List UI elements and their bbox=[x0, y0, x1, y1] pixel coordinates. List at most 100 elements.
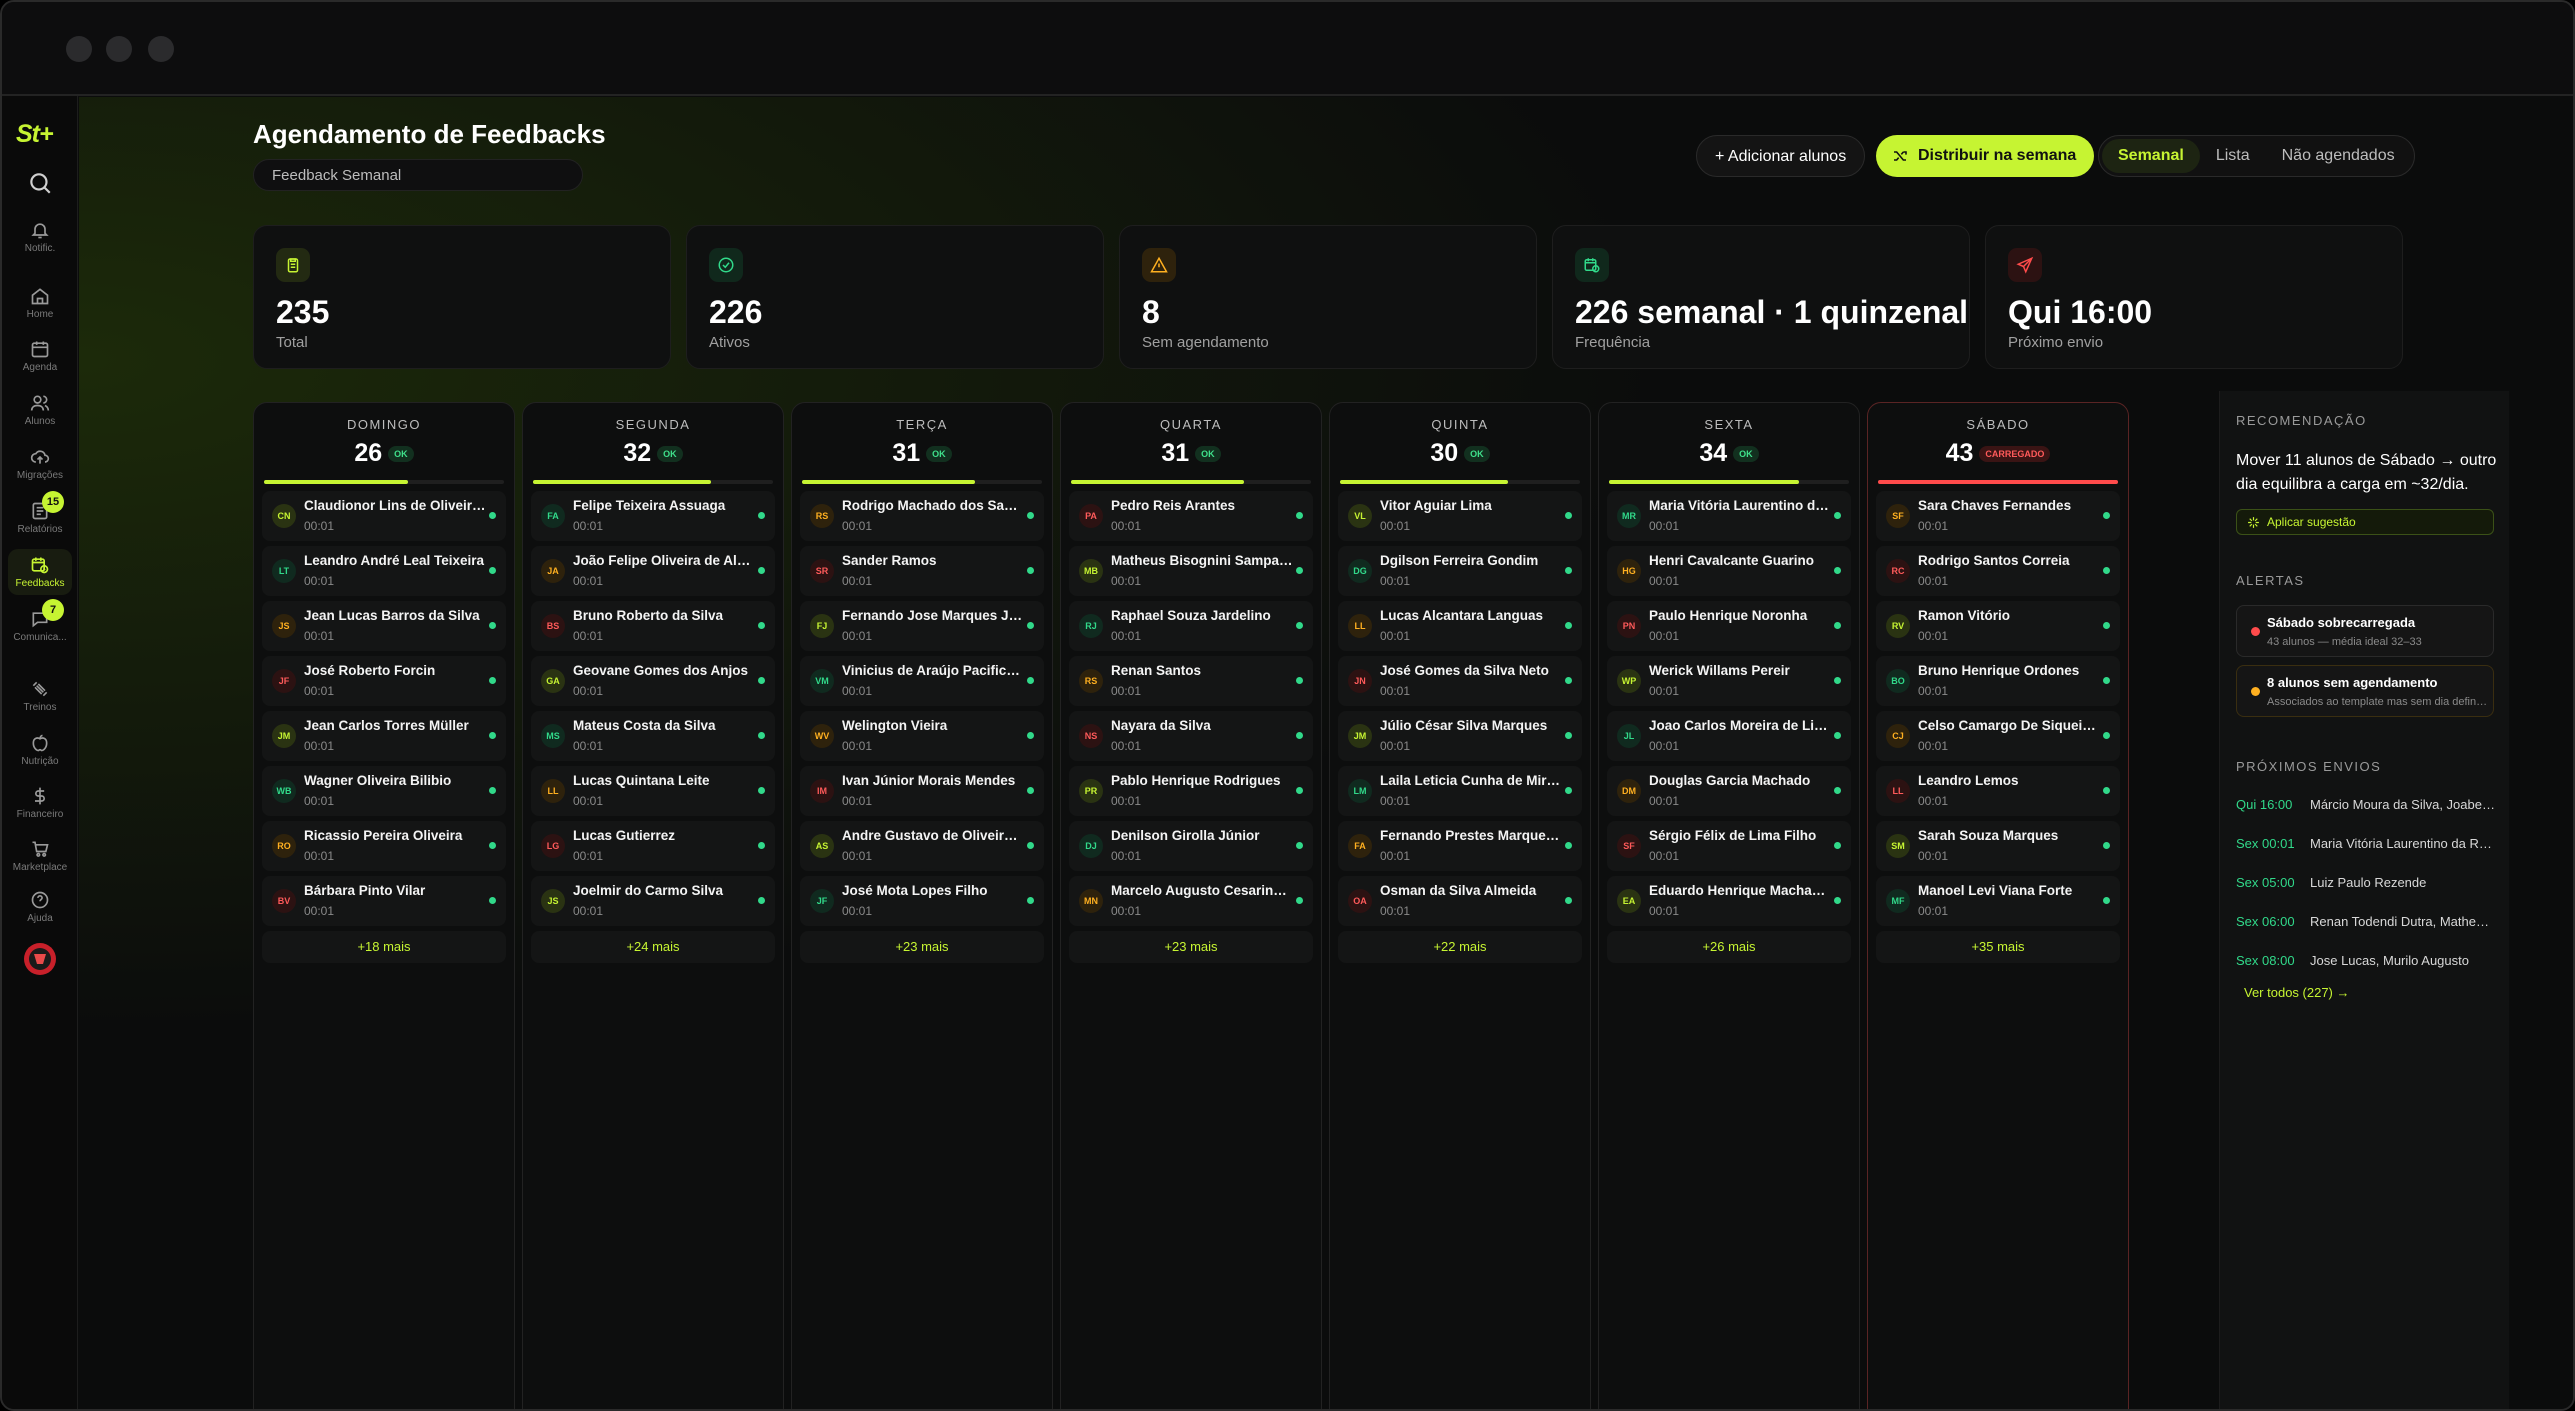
alert-overloaded[interactable]: Sábado sobrecarregada 43 alunos — média … bbox=[2236, 605, 2494, 657]
student-card[interactable]: DM Douglas Garcia Machado 00:01 bbox=[1607, 766, 1851, 816]
student-card[interactable]: LL Lucas Quintana Leite 00:01 bbox=[531, 766, 775, 816]
show-more-button[interactable]: +23 mais bbox=[800, 931, 1044, 963]
show-more-button[interactable]: +23 mais bbox=[1069, 931, 1313, 963]
template-select[interactable]: Feedback Semanal bbox=[253, 159, 583, 191]
student-card[interactable]: PN Paulo Henrique Noronha 00:01 bbox=[1607, 601, 1851, 651]
student-card[interactable]: AS Andre Gustavo de Oliveira Silva 00:01 bbox=[800, 821, 1044, 871]
student-card[interactable]: MS Mateus Costa da Silva 00:01 bbox=[531, 711, 775, 761]
student-card[interactable]: DG Dgilson Ferreira Gondim 00:01 bbox=[1338, 546, 1582, 596]
window-maximize-dot[interactable] bbox=[148, 36, 174, 62]
sidebar-item-notifications[interactable]: Notific. bbox=[2, 220, 78, 254]
sparkle-icon bbox=[2248, 517, 2259, 528]
student-card[interactable]: MB Matheus Bisognini Sampaio Bonfim 00:01 bbox=[1069, 546, 1313, 596]
student-card[interactable]: BS Bruno Roberto da Silva 00:01 bbox=[531, 601, 775, 651]
student-card[interactable]: SR Sander Ramos 00:01 bbox=[800, 546, 1044, 596]
student-card[interactable]: BO Bruno Henrique Ordones 00:01 bbox=[1876, 656, 2120, 706]
window-minimize-dot[interactable] bbox=[106, 36, 132, 62]
student-card[interactable]: JF José Roberto Forcin 00:01 bbox=[262, 656, 506, 706]
sidebar-item-financeiro[interactable]: Financeiro bbox=[2, 786, 78, 820]
sidebar-item-ajuda[interactable]: Ajuda bbox=[2, 890, 78, 924]
sidebar-item-relatorios[interactable]: Relatórios 15 bbox=[2, 491, 78, 535]
student-card[interactable]: SF Sara Chaves Fernandes 00:01 bbox=[1876, 491, 2120, 541]
next-send-row[interactable]: Qui 16:00 Márcio Moura da Silva, Joabe de… bbox=[2236, 797, 2498, 817]
student-card[interactable]: LT Leandro André Leal Teixeira 00:01 bbox=[262, 546, 506, 596]
student-card[interactable]: PA Pedro Reis Arantes 00:01 bbox=[1069, 491, 1313, 541]
student-card[interactable]: NS Nayara da Silva 00:01 bbox=[1069, 711, 1313, 761]
student-card[interactable]: HG Henri Cavalcante Guarino 00:01 bbox=[1607, 546, 1851, 596]
student-card[interactable]: MN Marcelo Augusto Cesarino do Nascimento… bbox=[1069, 876, 1313, 926]
student-card[interactable]: IM Ivan Júnior Morais Mendes 00:01 bbox=[800, 766, 1044, 816]
student-card[interactable]: EA Eduardo Henrique Machado Almeida 00:01 bbox=[1607, 876, 1851, 926]
tab-nao-agendados[interactable]: Não agendados bbox=[2266, 139, 2411, 173]
student-card[interactable]: RS Rodrigo Machado dos Santos 00:01 bbox=[800, 491, 1044, 541]
show-more-button[interactable]: +22 mais bbox=[1338, 931, 1582, 963]
student-card[interactable]: LL Leandro Lemos 00:01 bbox=[1876, 766, 2120, 816]
sidebar-item-migracoes[interactable]: Migrações bbox=[2, 447, 78, 481]
student-card[interactable]: LL Lucas Alcantara Languas 00:01 bbox=[1338, 601, 1582, 651]
sidebar-item-comunicacao[interactable]: Comunica... 7 bbox=[2, 599, 78, 643]
student-card[interactable]: LM Laila Leticia Cunha de Miranda 00:01 bbox=[1338, 766, 1582, 816]
next-send-row[interactable]: Sex 00:01 Maria Vitória Laurentino da Roc… bbox=[2236, 836, 2498, 856]
student-card[interactable]: JA João Felipe Oliveira de Almeida 00:01 bbox=[531, 546, 775, 596]
tab-lista[interactable]: Lista bbox=[2200, 139, 2266, 173]
student-card[interactable]: JM Jean Carlos Torres Müller 00:01 bbox=[262, 711, 506, 761]
student-card[interactable]: OA Osman da Silva Almeida 00:01 bbox=[1338, 876, 1582, 926]
student-card[interactable]: CJ Celso Camargo De Siqueira Junior 00:01 bbox=[1876, 711, 2120, 761]
student-card[interactable]: VL Vitor Aguiar Lima 00:01 bbox=[1338, 491, 1582, 541]
student-card[interactable]: RS Renan Santos 00:01 bbox=[1069, 656, 1313, 706]
student-card[interactable]: MR Maria Vitória Laurentino da Rocha 00:01 bbox=[1607, 491, 1851, 541]
sidebar-item-nutricao[interactable]: Nutrição bbox=[2, 733, 78, 767]
student-card[interactable]: WB Wagner Oliveira Bilibio 00:01 bbox=[262, 766, 506, 816]
student-card[interactable]: WP Werick Willams Pereir 00:01 bbox=[1607, 656, 1851, 706]
student-card[interactable]: JS Joelmir do Carmo Silva 00:01 bbox=[531, 876, 775, 926]
show-more-button[interactable]: +35 mais bbox=[1876, 931, 2120, 963]
sidebar-item-search[interactable] bbox=[2, 170, 78, 196]
show-more-button[interactable]: +24 mais bbox=[531, 931, 775, 963]
next-send-row[interactable]: Sex 08:00 Jose Lucas, Murilo Augusto bbox=[2236, 953, 2498, 973]
view-all-link[interactable]: Ver todos (227) → bbox=[2244, 985, 2350, 1000]
next-send-row[interactable]: Sex 05:00 Luiz Paulo Rezende bbox=[2236, 875, 2498, 895]
student-card[interactable]: JN José Gomes da Silva Neto 00:01 bbox=[1338, 656, 1582, 706]
student-card[interactable]: FA Felipe Teixeira Assuaga 00:01 bbox=[531, 491, 775, 541]
day-column: QUARTA 31 OK PA Pedro Reis Arantes 00:01 MB Mat… bbox=[1060, 402, 1322, 1409]
student-card[interactable]: VM Vinicius de Araújo Pacifico Martins 00:… bbox=[800, 656, 1044, 706]
avatar: JF bbox=[810, 889, 834, 913]
sidebar-item-treinos[interactable]: Treinos bbox=[2, 679, 78, 713]
student-card[interactable]: CN Claudionor Lins de Oliveira Neto 00:01 bbox=[262, 491, 506, 541]
student-card[interactable]: FJ Fernando Jose Marques Junior 00:01 bbox=[800, 601, 1044, 651]
user-avatar[interactable] bbox=[2, 942, 78, 976]
student-card[interactable]: RV Ramon Vitório 00:01 bbox=[1876, 601, 2120, 651]
apply-suggestion-button[interactable]: Aplicar sugestão bbox=[2236, 509, 2494, 535]
distribute-week-button[interactable]: Distribuir na semana bbox=[1876, 135, 2095, 177]
student-card[interactable]: RJ Raphael Souza Jardelino 00:01 bbox=[1069, 601, 1313, 651]
student-card[interactable]: SF Sérgio Félix de Lima Filho 00:01 bbox=[1607, 821, 1851, 871]
student-card[interactable]: LG Lucas Gutierrez 00:01 bbox=[531, 821, 775, 871]
alert-unscheduled[interactable]: 8 alunos sem agendamento Associados ao t… bbox=[2236, 665, 2494, 717]
student-card[interactable]: JM Júlio César Silva Marques 00:01 bbox=[1338, 711, 1582, 761]
student-card[interactable]: GA Geovane Gomes dos Anjos 00:01 bbox=[531, 656, 775, 706]
student-card[interactable]: RO Ricassio Pereira Oliveira 00:01 bbox=[262, 821, 506, 871]
window-close-dot[interactable] bbox=[66, 36, 92, 62]
student-card[interactable]: JS Jean Lucas Barros da Silva 00:01 bbox=[262, 601, 506, 651]
next-send-row[interactable]: Sex 06:00 Renan Todendi Dutra, Matheus Si… bbox=[2236, 914, 2498, 934]
student-card[interactable]: FA Fernando Prestes Marques de Almeida 00:… bbox=[1338, 821, 1582, 871]
student-card[interactable]: WV Welington Vieira 00:01 bbox=[800, 711, 1044, 761]
show-more-button[interactable]: +26 mais bbox=[1607, 931, 1851, 963]
student-card[interactable]: BV Bárbara Pinto Vilar 00:01 bbox=[262, 876, 506, 926]
student-card[interactable]: DJ Denilson Girolla Júnior 00:01 bbox=[1069, 821, 1313, 871]
show-more-button[interactable]: +18 mais bbox=[262, 931, 506, 963]
sidebar-item-alunos[interactable]: Alunos bbox=[2, 393, 78, 427]
sidebar-item-agenda[interactable]: Agenda bbox=[2, 339, 78, 373]
sidebar-item-home[interactable]: Home bbox=[2, 286, 78, 320]
student-card[interactable]: JL Joao Carlos Moreira de Lima 00:01 bbox=[1607, 711, 1851, 761]
student-card[interactable]: RC Rodrigo Santos Correia 00:01 bbox=[1876, 546, 2120, 596]
student-card[interactable]: PR Pablo Henrique Rodrigues 00:01 bbox=[1069, 766, 1313, 816]
sidebar-item-feedbacks[interactable]: Feedbacks bbox=[8, 549, 72, 595]
tab-semanal[interactable]: Semanal bbox=[2102, 139, 2200, 173]
app-logo[interactable]: St+ bbox=[16, 120, 54, 149]
student-card[interactable]: MF Manoel Levi Viana Forte 00:01 bbox=[1876, 876, 2120, 926]
student-card[interactable]: JF José Mota Lopes Filho 00:01 bbox=[800, 876, 1044, 926]
sidebar-item-marketplace[interactable]: Marketplace bbox=[2, 839, 78, 873]
add-students-button[interactable]: + Adicionar alunos bbox=[1696, 135, 1866, 177]
student-card[interactable]: SM Sarah Souza Marques 00:01 bbox=[1876, 821, 2120, 871]
